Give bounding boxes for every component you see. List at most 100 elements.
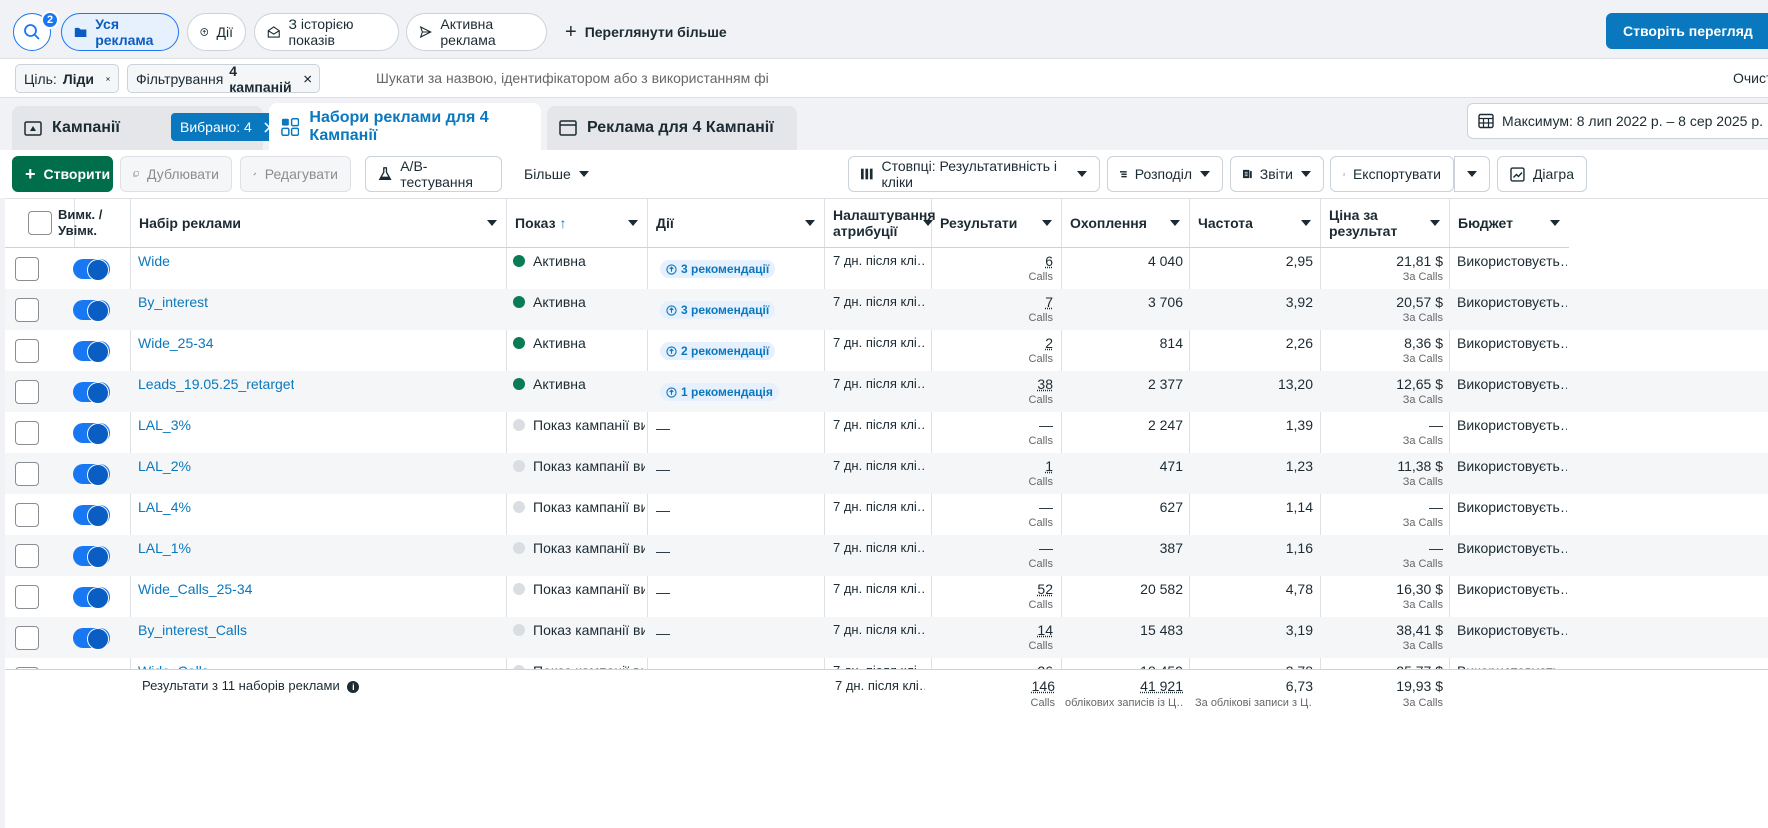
chip-active-ads[interactable]: Активна реклама	[406, 13, 547, 51]
row-checkbox[interactable]	[15, 503, 39, 527]
columns-dropdown[interactable]: Стовпці: Результативність і кліки	[848, 156, 1100, 192]
cost-per-result-value: —	[1429, 499, 1443, 515]
attribution-setting: 7 дн. після клі…	[833, 499, 925, 514]
results-value: 52	[1037, 581, 1053, 597]
reports-dropdown[interactable]: Звіти	[1230, 156, 1324, 192]
duplicate-button[interactable]: Дублювати	[120, 156, 232, 192]
header-delivery[interactable]: Показ ↑	[506, 199, 647, 248]
frequency-value: 13,20	[1277, 376, 1313, 392]
send-icon	[419, 25, 432, 39]
adset-name-link[interactable]: LAL_4%	[138, 499, 191, 515]
header-reach[interactable]: Охоплення	[1061, 199, 1189, 248]
table-row[interactable]: Wide_Calls_25-34 Показ кампанії вим — 7 …	[5, 576, 1768, 617]
adset-name-link[interactable]: Wide_Calls_25-34	[138, 581, 252, 597]
top-filter-bar: 2 Уся реклама Дії З історією показів Акт…	[0, 0, 1768, 60]
clear-filters-button[interactable]: Очист	[1733, 70, 1768, 86]
header-results[interactable]: Результати	[931, 199, 1061, 248]
adset-toggle-switch[interactable]	[73, 259, 110, 281]
row-checkbox[interactable]	[15, 257, 39, 281]
chip-all-ads[interactable]: Уся реклама	[61, 13, 179, 51]
adset-toggle-switch[interactable]	[73, 628, 110, 650]
ab-test-button[interactable]: A/B-тестування	[365, 156, 502, 192]
header-cost-per-result[interactable]: Ціна за результат	[1320, 199, 1449, 248]
edit-button[interactable]: Редагувати	[240, 156, 351, 192]
row-checkbox[interactable]	[15, 421, 39, 445]
row-checkbox[interactable]	[15, 380, 39, 404]
recommendation-badge[interactable]: 3 рекомендації	[660, 260, 776, 278]
actions-empty: —	[656, 420, 670, 436]
selected-count-pill[interactable]: Вибрано: 4	[171, 113, 283, 141]
header-actions[interactable]: Дії	[647, 199, 824, 248]
adset-toggle-switch[interactable]	[73, 423, 110, 445]
export-options-dropdown[interactable]	[1454, 156, 1490, 192]
table-row[interactable]: Wide Активна 3 рекомендації 7 дн. після …	[5, 248, 1768, 289]
adset-name-link[interactable]: By_interest_Calls	[138, 622, 247, 638]
adset-name-link[interactable]: Wide_25-34	[138, 335, 214, 351]
sort-caret-icon	[487, 220, 497, 226]
table-row[interactable]: Wide_25-34 Активна 2 рекомендації 7 дн. …	[5, 330, 1768, 371]
row-checkbox[interactable]	[15, 544, 39, 568]
create-view-button[interactable]: Створіть перегляд	[1606, 13, 1768, 49]
header-budget[interactable]: Бюджет	[1449, 199, 1569, 248]
see-more-button[interactable]: + Переглянути більше	[565, 13, 727, 51]
row-checkbox[interactable]	[15, 462, 39, 486]
more-dropdown[interactable]: Більше	[512, 156, 592, 192]
adset-toggle-switch[interactable]	[73, 341, 110, 363]
attribution-setting: 7 дн. після клі…	[833, 376, 925, 391]
date-range-picker[interactable]: Максимум: 8 лип 2022 р. – 8 сер 2025 р.	[1467, 103, 1768, 139]
header-adset-name[interactable]: Набір реклами	[130, 199, 506, 248]
row-checkbox[interactable]	[15, 626, 39, 650]
totals-label-text: Результати з 11 наборів реклами	[142, 678, 340, 693]
table-row[interactable]: LAL_1% Показ кампанії вим — 7 дн. після …	[5, 535, 1768, 576]
recommendation-badge[interactable]: 1 рекомендація	[660, 383, 779, 401]
adset-toggle-switch[interactable]	[73, 505, 110, 527]
budget-value: Використовуєть…	[1457, 253, 1567, 269]
recommendation-badge[interactable]: 3 рекомендації	[660, 301, 776, 319]
chip-with-history[interactable]: З історією показів	[254, 13, 399, 51]
charts-button[interactable]: Діагра	[1497, 156, 1587, 192]
create-button[interactable]: + Створити	[12, 156, 113, 192]
row-checkbox[interactable]	[15, 339, 39, 363]
recommendation-label: 3 рекомендації	[681, 262, 770, 276]
adset-toggle-switch[interactable]	[73, 587, 110, 609]
header-frequency[interactable]: Частота	[1189, 199, 1320, 248]
delivery-status: Показ кампанії вим	[513, 499, 645, 515]
adset-name-link[interactable]: By_interest	[138, 294, 208, 310]
tab-adsets[interactable]: Набори реклами для 4 Кампанії	[269, 103, 541, 151]
tab-ads[interactable]: Реклама для 4 Кампанії	[547, 106, 797, 150]
row-checkbox[interactable]	[15, 585, 39, 609]
table-row[interactable]: By_interest Активна 3 рекомендації 7 дн.…	[5, 289, 1768, 330]
chevron-down-icon	[1301, 171, 1311, 177]
table-row[interactable]: LAL_3% Показ кампанії вим — 7 дн. після …	[5, 412, 1768, 453]
cost-per-result-unit: За Calls	[1402, 435, 1443, 447]
row-checkbox[interactable]	[15, 298, 39, 322]
table-row[interactable]: By_interest_Calls Показ кампанії вим — 7…	[5, 617, 1768, 658]
goal-filter-chip[interactable]: Ціль: Ліди	[15, 64, 119, 93]
adset-toggle-switch[interactable]	[73, 300, 110, 322]
recommendation-badge[interactable]: 2 рекомендації	[660, 342, 776, 360]
adset-toggle-switch[interactable]	[73, 464, 110, 486]
adset-toggle-switch[interactable]	[73, 382, 110, 404]
export-button[interactable]: Експортувати	[1330, 156, 1454, 192]
adset-name-link[interactable]: Leads_19.05.25_retarget	[138, 376, 294, 392]
close-icon[interactable]	[106, 73, 110, 85]
adset-name-link[interactable]: Wide	[138, 253, 170, 269]
frequency-value: 2,26	[1285, 335, 1313, 351]
adset-toggle-switch[interactable]	[73, 546, 110, 568]
adset-name-link[interactable]: LAL_1%	[138, 540, 191, 556]
breakdown-dropdown[interactable]: Розподіл	[1107, 156, 1223, 192]
info-icon[interactable]: i	[347, 681, 360, 693]
close-icon[interactable]	[303, 73, 311, 85]
sort-up-arrow-icon: ↑	[559, 215, 567, 231]
table-row[interactable]: Leads_19.05.25_retarget Активна 1 рекоме…	[5, 371, 1768, 412]
adset-name-link[interactable]: LAL_3%	[138, 417, 191, 433]
select-all-checkbox[interactable]	[27, 211, 52, 235]
sort-caret-icon	[1170, 220, 1180, 226]
adset-name-link[interactable]: LAL_2%	[138, 458, 191, 474]
chip-actions[interactable]: Дії	[187, 13, 246, 51]
filter-search-input[interactable]: Шукати за назвою, ідентифікатором або з …	[376, 70, 769, 86]
table-row[interactable]: LAL_2% Показ кампанії вим — 7 дн. після …	[5, 453, 1768, 494]
header-attribution[interactable]: Налаштування атрибуції	[824, 199, 936, 248]
campaign-filter-chip[interactable]: Фільтрування 4 кампаній	[127, 63, 320, 95]
table-row[interactable]: LAL_4% Показ кампанії вим — 7 дн. після …	[5, 494, 1768, 535]
